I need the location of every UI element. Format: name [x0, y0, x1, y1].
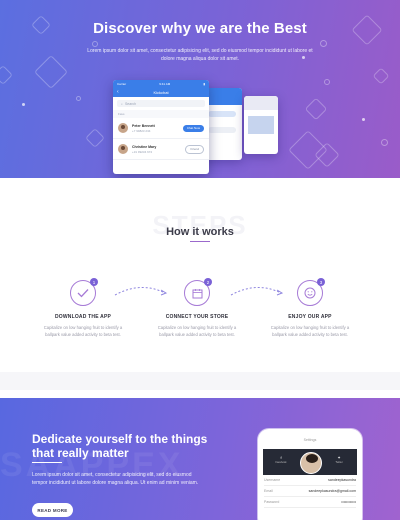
search-placeholder: Search — [124, 101, 137, 106]
contact-row: Peter Bennett +7 99823 234 Chat Now — [113, 118, 209, 139]
field-label: Password — [264, 500, 280, 504]
phone-mockup: Carrier 9:41 AM ▮ ‹ Kickchat ⌕ Search Fa… — [113, 80, 209, 174]
profile-header: f Facebook ✦ Twitter — [263, 449, 357, 475]
step-icon-circle: 2 — [184, 278, 212, 306]
profile-phone-mockup: Settings f Facebook ✦ Twitter Username s… — [258, 429, 362, 520]
how-it-works-title: How it works — [166, 226, 234, 238]
decorative-diamond — [34, 55, 68, 89]
decorative-ring — [381, 139, 388, 146]
step-description: Capitalize on low hanging fruit to ident… — [43, 325, 123, 337]
avatar — [118, 123, 128, 133]
step-title: CONNECT YOUR STORE — [165, 314, 229, 320]
step-number: 2 — [204, 278, 212, 286]
field-value: •••••••••••• — [341, 500, 356, 504]
step-download: 1 DOWNLOAD THE APP Capitalize on low han… — [18, 278, 148, 338]
friend-button: Friend — [185, 144, 204, 154]
decorative-dot — [362, 118, 365, 121]
search-icon: ⌕ — [121, 101, 123, 106]
decorative-diamond — [372, 67, 390, 85]
step-title: DOWNLOAD THE APP — [54, 314, 112, 320]
chat-now-button: Chat Now — [182, 124, 204, 132]
cta-text: Lorem ipsum dolor sit amet, consectetur … — [32, 472, 199, 486]
decorative-ring — [324, 79, 330, 85]
facebook-label: Facebook — [275, 461, 287, 464]
twitter-icon: ✦ Twitter — [329, 455, 349, 464]
city-skyline-decoration — [0, 345, 400, 390]
title-underline — [32, 462, 62, 464]
check-icon — [77, 289, 89, 298]
calendar-icon — [192, 288, 202, 298]
profile-row-password: Password •••••••••••• — [264, 497, 356, 508]
step-connect: 2 CONNECT YOUR STORE Capitalize on low h… — [132, 278, 262, 338]
phone-search-field: ⌕ Search — [117, 100, 205, 107]
facebook-icon: f Facebook — [271, 455, 291, 464]
twitter-label: Twitter — [335, 461, 343, 464]
step-number: 1 — [90, 278, 98, 286]
profile-row-username: Username sandeepkasundra — [264, 475, 356, 486]
read-more-button[interactable]: READ MORE — [32, 503, 73, 517]
contact-phone: +7 99823 234 — [132, 128, 151, 133]
contact-name: Christine Mary — [132, 144, 157, 149]
hero-section: Discover why we are the Best Lorem ipsum… — [0, 0, 400, 178]
cta-title: Dedicate yourself to the things that rea… — [32, 432, 208, 460]
decorative-ring — [320, 40, 327, 47]
avatar — [118, 144, 128, 154]
back-arrow-icon: ‹ — [117, 89, 119, 95]
time-label: 9:41 AM — [159, 81, 171, 86]
step-icon-circle: 1 — [70, 278, 98, 306]
title-underline — [190, 241, 210, 242]
phone-status-bar: Carrier 9:41 AM ▮ — [113, 80, 209, 87]
decorative-dot — [22, 103, 25, 106]
decorative-diamond — [85, 128, 105, 148]
carrier-label: Carrier — [117, 81, 127, 86]
hero-title: Discover why we are the Best — [93, 20, 307, 37]
field-label: Username — [264, 478, 281, 482]
decorative-diamond — [0, 65, 13, 85]
decorative-diamond — [304, 97, 328, 121]
step-description: Capitalize on low hanging fruit to ident… — [157, 325, 237, 337]
contact-name: Peter Bennett — [132, 123, 155, 128]
step-enjoy: 3 ENJOY OUR APP Capitalize on low hangin… — [245, 278, 375, 338]
phone-section-label: Favs — [113, 110, 209, 118]
decorative-ring — [76, 96, 81, 101]
phone-app-bar: ‹ Kickchat — [113, 87, 209, 97]
avatar — [300, 452, 322, 474]
contact-phone: +31 99234 674 — [132, 149, 153, 154]
field-value: sandeepkasundra@gmail.com — [308, 489, 356, 493]
step-title: ENJOY OUR APP — [288, 314, 332, 320]
step-description: Capitalize on low hanging fruit to ident… — [270, 325, 350, 337]
phone-mockup-back — [244, 96, 278, 154]
step-icon-circle: 3 — [297, 278, 325, 306]
phone-screen-title: Settings — [303, 438, 317, 442]
step-number: 3 — [317, 278, 325, 286]
profile-row-email: Email sandeepkasundra@gmail.com — [264, 486, 356, 497]
smile-icon — [304, 287, 316, 299]
hero-subtitle: Lorem ipsum dolor sit amet, consectetur … — [87, 48, 313, 62]
field-value: sandeepkasundra — [328, 478, 356, 482]
phone-app-title: Kickchat — [153, 89, 169, 95]
field-label: Email — [264, 489, 273, 493]
contact-row: Christine Mary +31 99234 674 Friend — [113, 139, 209, 160]
battery-icon: ▮ — [203, 81, 205, 86]
